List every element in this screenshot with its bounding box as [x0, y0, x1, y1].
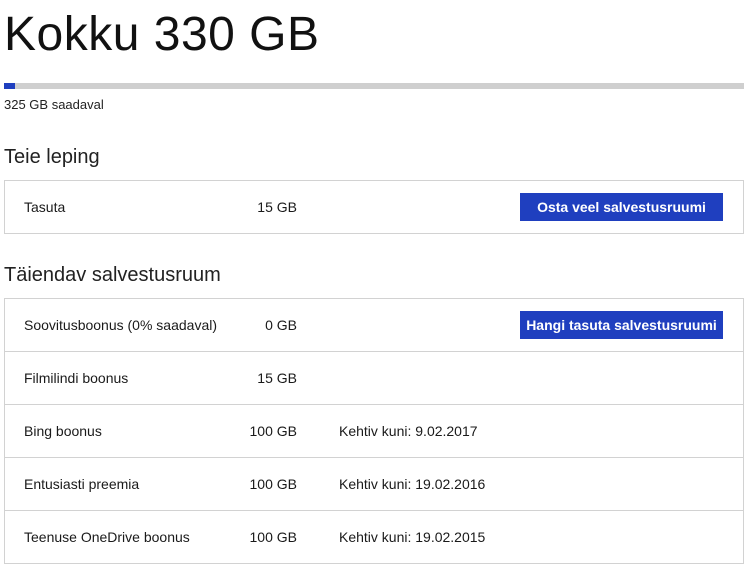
plan-table: Tasuta 15 GB Osta veel salvestusruumi — [4, 180, 744, 234]
table-row: Entusiasti preemia 100 GB Kehtiv kuni: 1… — [5, 457, 743, 510]
storage-item-expiry: Kehtiv kuni: 19.02.2015 — [339, 529, 486, 545]
storage-item-size: 0 GB — [265, 317, 297, 333]
table-row: Tasuta 15 GB Osta veel salvestusruumi — [5, 181, 743, 233]
storage-item-expiry: Kehtiv kuni: 9.02.2017 — [339, 423, 478, 439]
storage-item-expiry: Kehtiv kuni: 19.02.2016 — [339, 476, 486, 492]
total-storage-title: Kokku 330 GB — [4, 8, 320, 61]
table-row: Teenuse OneDrive boonus 100 GB Kehtiv ku… — [5, 510, 743, 563]
extra-storage-section-title: Täiendav salvestusruum — [4, 264, 221, 286]
storage-usage-bar — [4, 83, 744, 89]
table-row: Filmilindi boonus 15 GB — [5, 351, 743, 404]
storage-item-name: Entusiasti preemia — [24, 476, 140, 492]
storage-item-name: Bing boonus — [24, 423, 102, 439]
table-row: Soovitusboonus (0% saadaval) 0 GB Hangi … — [5, 299, 743, 351]
plan-name: Tasuta — [24, 199, 66, 215]
available-storage-label: 325 GB saadaval — [4, 97, 104, 112]
plan-size: 15 GB — [257, 199, 297, 215]
table-row: Bing boonus 100 GB Kehtiv kuni: 9.02.201… — [5, 404, 743, 457]
extra-storage-table: Soovitusboonus (0% saadaval) 0 GB Hangi … — [4, 298, 744, 564]
plan-section-title: Teie leping — [4, 146, 100, 168]
storage-item-name: Teenuse OneDrive boonus — [24, 529, 190, 545]
storage-item-size: 100 GB — [249, 529, 297, 545]
storage-item-size: 100 GB — [249, 476, 297, 492]
storage-item-name: Filmilindi boonus — [24, 370, 129, 386]
storage-item-size: 15 GB — [257, 370, 297, 386]
get-free-storage-button[interactable]: Hangi tasuta salvestusruumi — [520, 311, 723, 339]
storage-usage-fill — [4, 83, 16, 89]
buy-more-storage-button[interactable]: Osta veel salvestusruumi — [520, 193, 723, 221]
storage-item-size: 100 GB — [249, 423, 297, 439]
